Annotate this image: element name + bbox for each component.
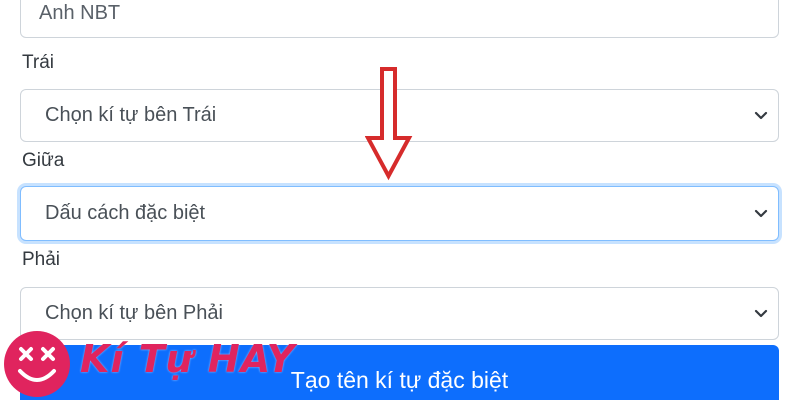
right-label: Phải	[22, 249, 61, 270]
right-select-value: Chọn kí tự bên Phải	[45, 302, 223, 324]
chevron-down-icon	[754, 111, 768, 119]
left-select-value: Chọn kí tự bên Trái	[45, 104, 217, 126]
smiley-face-icon	[4, 331, 70, 397]
watermark-logo: Kí Tự HAY	[0, 325, 330, 400]
form-panel: Anh NBT Trái Chọn kí tự bên Trái Giữa Dấ…	[0, 0, 800, 400]
name-input-value: Anh NBT	[39, 1, 121, 24]
chevron-down-icon	[754, 309, 768, 317]
middle-select-value: Dấu cách đặc biệt	[45, 202, 206, 224]
left-label: Trái	[22, 52, 55, 73]
chevron-down-icon	[754, 209, 768, 217]
middle-char-select[interactable]: Dấu cách đặc biệt	[20, 186, 779, 241]
middle-label: Giữa	[22, 150, 65, 171]
watermark-text: Kí Tự HAY	[80, 337, 296, 381]
down-arrow-icon	[365, 67, 413, 181]
name-input[interactable]: Anh NBT	[20, 0, 779, 38]
